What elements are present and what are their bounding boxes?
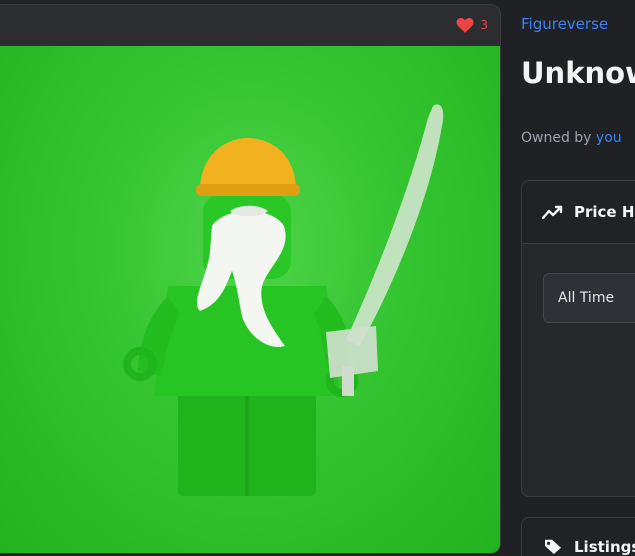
listings-header[interactable]: Listings xyxy=(522,518,635,556)
minifigure-illustration xyxy=(123,104,444,496)
nft-image-card: 3 xyxy=(0,4,501,554)
listings-panel: Listings xyxy=(521,517,635,556)
like-count: 3 xyxy=(480,18,488,32)
nft-image[interactable] xyxy=(0,46,500,553)
heart-icon xyxy=(456,18,474,33)
listings-title: Listings xyxy=(574,538,635,556)
owned-by: Owned by you xyxy=(521,130,622,146)
image-card-header: 3 xyxy=(0,5,500,45)
collection-link[interactable]: Figureverse xyxy=(521,15,608,33)
price-history-panel: Price History All Time xyxy=(521,180,635,497)
price-history-title: Price History xyxy=(574,203,635,221)
owned-by-label: Owned by xyxy=(521,130,592,146)
item-title: Unknown xyxy=(521,56,635,90)
item-details: Figureverse Unknown Owned by you Price H… xyxy=(521,0,635,556)
trend-line-icon xyxy=(542,205,563,220)
tag-icon xyxy=(545,539,561,554)
favorite-button[interactable]: 3 xyxy=(456,17,488,33)
period-select[interactable]: All Time xyxy=(543,273,635,323)
price-history-header[interactable]: Price History xyxy=(522,181,635,244)
owner-link[interactable]: you xyxy=(596,130,622,146)
